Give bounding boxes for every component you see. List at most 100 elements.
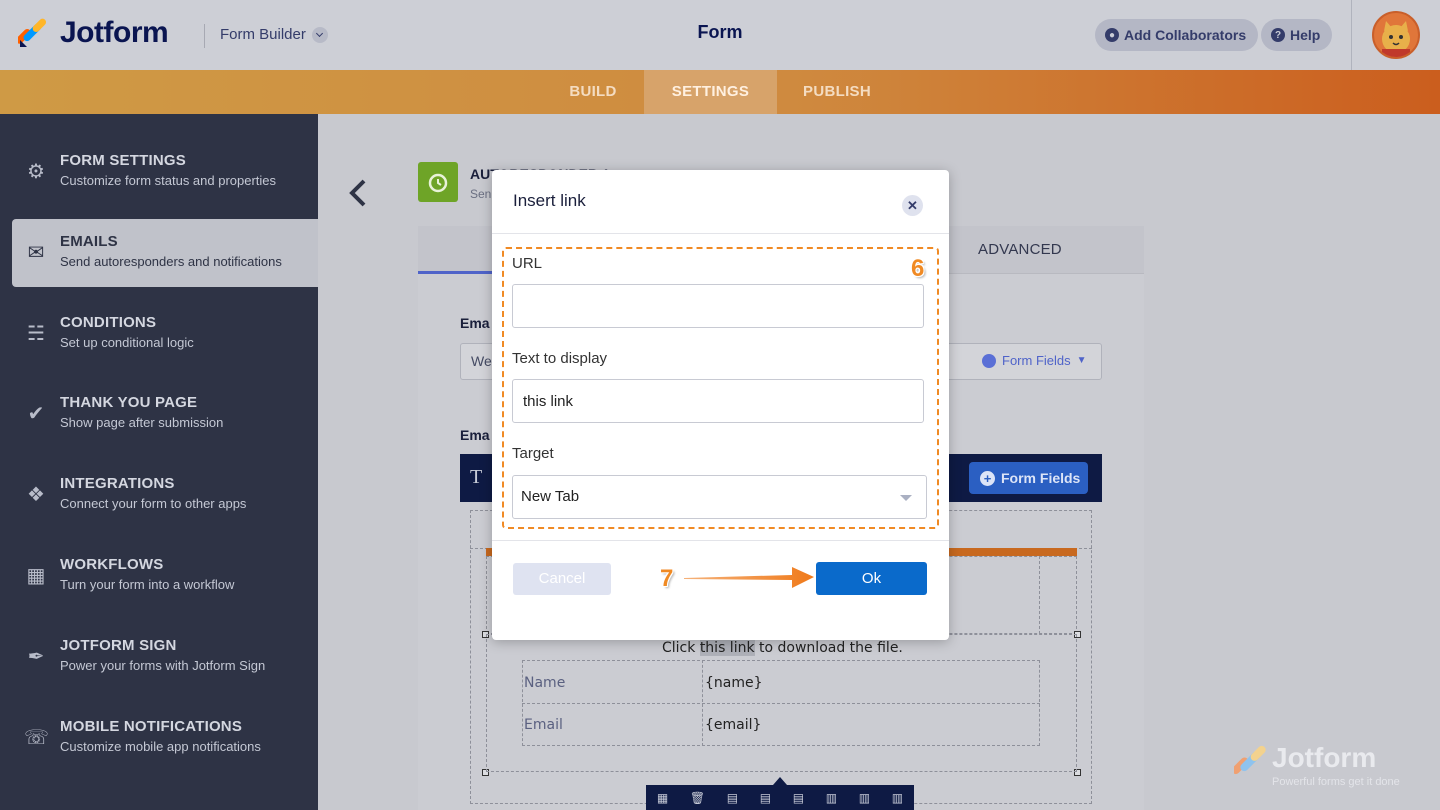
link-icon bbox=[982, 353, 996, 368]
cancel-button[interactable]: Cancel bbox=[513, 563, 611, 595]
ok-button[interactable]: Ok bbox=[816, 562, 927, 595]
subject-value: We bbox=[471, 353, 492, 369]
help-button[interactable]: ? Help bbox=[1261, 19, 1333, 51]
sidebar-item-subtitle: Power your forms with Jotform Sign bbox=[60, 658, 266, 673]
table-row-value: {name} bbox=[705, 675, 763, 691]
subject-label: Ema bbox=[460, 315, 490, 331]
table-row-value: {email} bbox=[705, 717, 762, 733]
avatar[interactable] bbox=[1372, 11, 1420, 59]
question-icon: ? bbox=[1271, 28, 1285, 42]
envelope-icon: ✉ bbox=[27, 242, 45, 264]
chevron-down-icon bbox=[311, 26, 328, 43]
form-fields-button[interactable]: + Form Fields bbox=[969, 462, 1088, 494]
table-toolbar: ▦ 🗑 ▤ ▤ ▤ ▥ ▥ ▥ bbox=[646, 785, 914, 810]
dialog-footer-divider bbox=[492, 540, 949, 541]
row-delete-icon[interactable]: ▤ bbox=[793, 791, 804, 805]
puzzle-icon: ❖ bbox=[27, 484, 45, 506]
sidebar-item-title: EMAILS bbox=[60, 233, 118, 250]
table-row-label: Name bbox=[524, 675, 566, 691]
table-row-label: Email bbox=[524, 717, 563, 733]
sidebar-item-jotform-sign[interactable]: ✒ JOTFORM SIGN Power your forms with Jot… bbox=[0, 623, 318, 691]
annotation-step-6: 6 bbox=[911, 255, 925, 282]
sidebar-item-title: WORKFLOWS bbox=[60, 556, 164, 573]
header-divider bbox=[204, 24, 205, 48]
watermark-brand: Jotform bbox=[1272, 742, 1377, 773]
email-body-text[interactable]: Click this link to download the file. bbox=[662, 640, 903, 656]
dialog-title: Insert link bbox=[513, 191, 586, 210]
col-insert-before-icon[interactable]: ▥ bbox=[826, 791, 837, 805]
top-header: Jotform Form Builder Form ● Add Collabor… bbox=[0, 0, 1440, 70]
tab-advanced[interactable]: ADVANCED bbox=[978, 241, 1062, 258]
form-fields-link-label: Form Fields bbox=[1002, 353, 1071, 368]
plus-icon: + bbox=[980, 470, 995, 486]
email-content-label: Ema bbox=[460, 427, 490, 443]
watermark-tagline: Powerful forms get it done bbox=[1272, 776, 1400, 788]
sidebar-item-title: THANK YOU PAGE bbox=[60, 394, 198, 411]
brand-name: Jotform bbox=[60, 16, 169, 49]
body-text-before: Click bbox=[662, 640, 700, 656]
fields-col-divider bbox=[702, 660, 703, 746]
main-nav: BUILD SETTINGS PUBLISH bbox=[0, 70, 1440, 114]
settings-sidebar: ⚙ FORM SETTINGS Customize form status an… bbox=[0, 114, 318, 810]
jotform-watermark: Jotform Powerful forms get it done bbox=[1231, 742, 1400, 788]
header-side-cell bbox=[1039, 556, 1077, 634]
sidebar-item-title: FORM SETTINGS bbox=[60, 152, 186, 169]
gear-icon: ⚙ bbox=[27, 161, 45, 183]
sidebar-item-form-settings[interactable]: ⚙ FORM SETTINGS Customize form status an… bbox=[0, 138, 318, 206]
jotform-logo-icon bbox=[18, 18, 47, 47]
sidebar-item-title: INTEGRATIONS bbox=[60, 475, 175, 492]
sitemap-icon: ☵ bbox=[27, 323, 45, 345]
annotation-arrow-icon bbox=[684, 567, 814, 588]
trash-icon[interactable]: 🗑 bbox=[690, 791, 705, 805]
table-icon[interactable]: ▦ bbox=[657, 791, 668, 805]
sidebar-item-subtitle: Connect your form to other apps bbox=[60, 496, 247, 511]
sidebar-item-mobile-notifications[interactable]: ☏ MOBILE NOTIFICATIONS Customize mobile … bbox=[0, 704, 318, 772]
table-toolbar-pointer bbox=[773, 777, 787, 785]
subject-form-fields-link[interactable]: Form Fields ▼ bbox=[982, 353, 1087, 368]
workflow-icon: ▦ bbox=[26, 565, 46, 587]
sidebar-item-emails[interactable]: ✉ EMAILS Send autoresponders and notific… bbox=[12, 219, 318, 287]
annotation-highlight-box bbox=[502, 247, 939, 529]
col-delete-icon[interactable]: ▥ bbox=[892, 791, 903, 805]
form-builder-label: Form Builder bbox=[220, 26, 306, 43]
sidebar-item-workflows[interactable]: ▦ WORKFLOWS Turn your form into a workfl… bbox=[0, 542, 318, 610]
autoresponder-subtitle: Sen bbox=[470, 187, 492, 201]
sidebar-item-integrations[interactable]: ❖ INTEGRATIONS Connect your form to othe… bbox=[0, 461, 318, 529]
text-format-icon[interactable]: T bbox=[470, 466, 482, 489]
fields-row-divider bbox=[522, 703, 1040, 704]
tab-publish[interactable]: PUBLISH bbox=[791, 70, 883, 114]
sidebar-item-subtitle: Turn your form into a workflow bbox=[60, 577, 235, 592]
row-insert-before-icon[interactable]: ▤ bbox=[727, 791, 738, 805]
sidebar-item-subtitle: Customize form status and properties bbox=[60, 173, 277, 188]
watermark-logo-icon bbox=[1231, 745, 1266, 775]
phone-icon: ☏ bbox=[24, 727, 50, 749]
sidebar-item-subtitle: Set up conditional logic bbox=[60, 335, 194, 350]
jotform-logo[interactable]: Jotform bbox=[18, 16, 169, 50]
selected-link-text[interactable]: this link bbox=[699, 640, 755, 656]
body-text-after: to download the file. bbox=[754, 640, 903, 656]
sidebar-item-title: CONDITIONS bbox=[60, 314, 157, 331]
col-insert-after-icon[interactable]: ▥ bbox=[859, 791, 870, 805]
sidebar-item-subtitle: Show page after submission bbox=[60, 415, 224, 430]
alarm-clock-icon bbox=[418, 162, 458, 202]
close-icon[interactable]: ✕ bbox=[902, 195, 923, 216]
tab-build[interactable]: BUILD bbox=[556, 70, 630, 114]
chevron-down-icon: ▼ bbox=[1076, 355, 1087, 366]
sidebar-item-thank-you-page[interactable]: ✔ THANK YOU PAGE Show page after submiss… bbox=[0, 380, 318, 448]
check-circle-icon: ✔ bbox=[27, 403, 45, 425]
back-chevron-icon[interactable] bbox=[346, 178, 370, 208]
row-insert-after-icon[interactable]: ▤ bbox=[760, 791, 771, 805]
user-icon: ● bbox=[1105, 28, 1119, 42]
form-builder-menu[interactable]: Form Builder bbox=[220, 26, 328, 43]
add-collaborators-button[interactable]: ● Add Collaborators bbox=[1095, 19, 1259, 51]
pen-icon: ✒ bbox=[27, 646, 45, 668]
sidebar-item-title: MOBILE NOTIFICATIONS bbox=[60, 718, 243, 735]
header-vertical-divider bbox=[1351, 0, 1352, 70]
dialog-header-divider bbox=[492, 233, 949, 234]
sidebar-item-subtitle: Customize mobile app notifications bbox=[60, 739, 261, 754]
sidebar-item-conditions[interactable]: ☵ CONDITIONS Set up conditional logic bbox=[0, 300, 318, 368]
annotation-step-7: 7 bbox=[660, 565, 674, 592]
sidebar-item-title: JOTFORM SIGN bbox=[60, 637, 177, 654]
tab-settings[interactable]: SETTINGS bbox=[644, 70, 777, 114]
active-tab-underline bbox=[418, 271, 498, 274]
